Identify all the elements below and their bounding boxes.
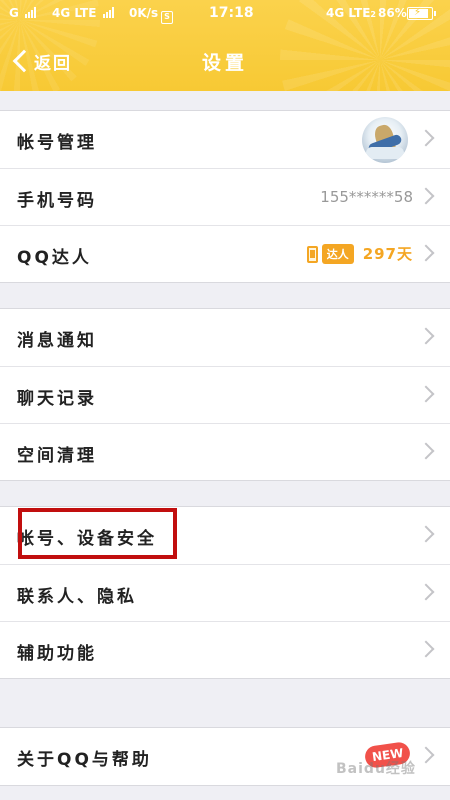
row-label: QQ达人 bbox=[17, 248, 92, 268]
settings-group-general: 消息通知 聊天记录 空间清理 bbox=[0, 308, 450, 481]
network-sub-label: 2 bbox=[370, 10, 376, 19]
row-accessibility[interactable]: 辅助功能 bbox=[0, 621, 450, 678]
daren-days: 297天 bbox=[362, 245, 413, 263]
chevron-right-icon bbox=[417, 746, 435, 764]
signal-icon bbox=[25, 7, 37, 18]
row-label: 消息通知 bbox=[17, 331, 97, 351]
highlight-box bbox=[18, 508, 177, 559]
daren-status: 达人 297天 bbox=[303, 243, 413, 264]
network-left: 4G LTE bbox=[52, 6, 114, 20]
network-right: 4G LTE2 bbox=[326, 6, 376, 20]
sim-icon: S bbox=[161, 6, 173, 24]
watermark: Baidu经验 bbox=[336, 761, 416, 777]
row-storage-cleanup[interactable]: 空间清理 bbox=[0, 423, 450, 480]
chevron-right-icon bbox=[417, 187, 435, 205]
row-label: 聊天记录 bbox=[17, 389, 97, 409]
row-account-management[interactable]: 帐号管理 bbox=[0, 111, 450, 168]
row-message-notifications[interactable]: 消息通知 bbox=[0, 309, 450, 366]
chevron-right-icon bbox=[417, 442, 435, 460]
winged-phone-icon bbox=[303, 244, 321, 264]
chevron-right-icon bbox=[417, 583, 435, 601]
battery-icon: ⚡ bbox=[407, 7, 436, 20]
avatar bbox=[362, 117, 408, 163]
carrier-label: G bbox=[9, 6, 19, 20]
status-signal-left: G bbox=[9, 6, 37, 20]
clock: 17:18 bbox=[209, 5, 254, 21]
row-qq-daren[interactable]: QQ达人 达人 297天 bbox=[0, 225, 450, 282]
row-label: 联系人、隐私 bbox=[17, 587, 137, 607]
signal-icon-2 bbox=[102, 7, 114, 18]
nav-bar: 返回 设置 bbox=[0, 30, 450, 90]
row-label: 关于QQ与帮助 bbox=[17, 750, 152, 770]
page-title: 设置 bbox=[201, 52, 248, 74]
row-label: 帐号管理 bbox=[17, 133, 97, 153]
chevron-right-icon bbox=[417, 525, 435, 543]
row-phone-number[interactable]: 手机号码 155******58 bbox=[0, 168, 450, 225]
chevron-right-icon bbox=[417, 640, 435, 658]
row-contacts-privacy[interactable]: 联系人、隐私 bbox=[0, 564, 450, 621]
phone-number-value: 155******58 bbox=[320, 188, 413, 206]
battery-percent: 86% bbox=[378, 6, 407, 20]
row-label: 手机号码 bbox=[17, 191, 97, 211]
daren-badge: 达人 bbox=[321, 243, 354, 264]
settings-group-account: 帐号管理 手机号码 155******58 QQ达人 达人 297天 bbox=[0, 110, 450, 283]
status-bar: G 4G LTE 0K/s S 17:18 4G LTE2 86% ⚡ bbox=[0, 0, 450, 28]
row-label: 辅助功能 bbox=[17, 644, 97, 664]
chevron-right-icon bbox=[417, 327, 435, 345]
network-speed: 0K/s bbox=[129, 6, 159, 20]
network-label-left: 4G LTE bbox=[52, 6, 97, 20]
chevron-right-icon bbox=[417, 385, 435, 403]
chevron-right-icon bbox=[417, 129, 435, 147]
row-label: 空间清理 bbox=[17, 446, 97, 466]
row-chat-history[interactable]: 聊天记录 bbox=[0, 366, 450, 423]
chevron-right-icon bbox=[417, 244, 435, 262]
header-bar: G 4G LTE 0K/s S 17:18 4G LTE2 86% ⚡ 返回 设… bbox=[0, 0, 450, 91]
network-label-right: 4G LTE bbox=[326, 6, 371, 20]
